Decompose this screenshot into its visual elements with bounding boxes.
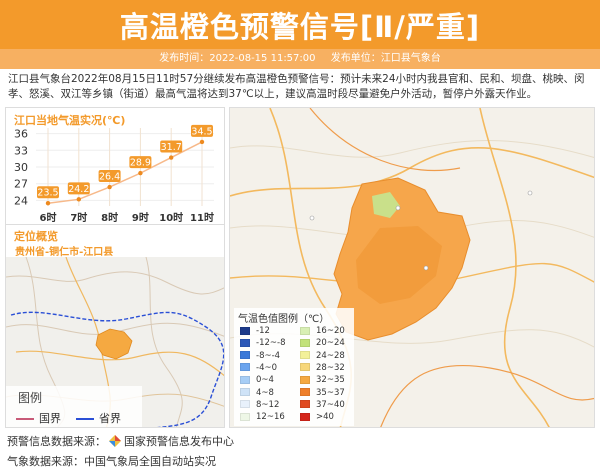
- color-swatch: [240, 338, 250, 347]
- publish-unit: 发布单位：江口县气象台: [330, 53, 441, 64]
- warning-banner: 高温橙色预警信号[Ⅱ/严重]: [0, 0, 600, 49]
- color-swatch: [300, 400, 310, 409]
- publish-meta-bar: 发布时间：2022-08-15 11:57:00 发布单位：江口县气象台: [0, 49, 600, 69]
- data-label: 24.2: [68, 184, 89, 195]
- temperature-point: [169, 155, 174, 160]
- color-swatch: [240, 351, 250, 360]
- color-legend-item: 28~32: [300, 363, 345, 373]
- color-legend-label: >40: [316, 412, 334, 423]
- y-tick-label: 33: [14, 144, 28, 157]
- location-panel-title: 定位概览: [14, 230, 58, 243]
- color-swatch: [300, 338, 310, 347]
- warning-description: 江口县气象台2022年08月15日11时57分继续发布高温橙色预警信号：预计未来…: [8, 73, 585, 100]
- color-legend-item: 37~40: [300, 400, 345, 410]
- warning-center-logo-icon: [109, 435, 121, 447]
- color-legend-item: 20~24: [300, 338, 345, 348]
- x-tick-label: 8时: [101, 211, 118, 224]
- y-tick-label: 24: [14, 194, 28, 207]
- color-legend-label: 24~28: [316, 350, 345, 361]
- location-panel: 定位概览 贵州省-铜仁市-江口县 图例 国界 省界: [5, 224, 225, 428]
- data-label: 23.5: [37, 188, 58, 199]
- temperature-point: [138, 170, 143, 176]
- color-legend-item: -12~-8: [240, 338, 285, 348]
- temperature-panel: 江口当地气温实况(℃) 24 27 30 33 36 23.5 6时 24.2 7时 26.4 8时…: [5, 107, 225, 225]
- color-legend-item: -12: [240, 326, 270, 336]
- color-legend-label: 28~32: [316, 362, 345, 373]
- legend-national-border: 国界: [16, 410, 61, 426]
- color-legend-label: 16~20: [316, 326, 345, 336]
- temperature-point: [45, 201, 51, 206]
- color-legend-label: 8~12: [256, 399, 280, 410]
- location-legend-title: 图例: [18, 391, 43, 405]
- color-legend-item: 4~8: [240, 388, 274, 398]
- data-label: 34.5: [191, 126, 212, 137]
- color-swatch: [300, 326, 310, 335]
- color-legend-item: -8~-4: [240, 351, 280, 361]
- color-legend-label: -8~-4: [256, 350, 281, 361]
- color-legend-item: 12~16: [240, 412, 285, 422]
- color-legend-item: 8~12: [240, 400, 279, 410]
- y-tick-label: 27: [14, 178, 28, 191]
- color-legend-label: -4~0: [256, 362, 278, 373]
- temperature-chart: 24 27 30 33 36 23.5 6时 24.2 7时 26.4 8时 28.9 9时 31.7 10…: [14, 124, 214, 224]
- color-swatch: [300, 351, 310, 360]
- color-legend-label: 12~16: [256, 412, 285, 423]
- color-legend-label: 37~40: [316, 399, 345, 410]
- color-legend-item: 16~20: [300, 326, 345, 336]
- warning-source-name: 国家预警信息发布中心: [124, 435, 234, 448]
- color-legend-item: >40: [300, 412, 334, 422]
- x-tick-label: 11时: [190, 211, 214, 224]
- legend-province-border: 省界: [76, 410, 121, 426]
- color-legend-item: -4~0: [240, 363, 277, 373]
- color-swatch: [240, 400, 250, 409]
- x-tick-label: 6时: [40, 211, 57, 224]
- national-border-line-icon: [16, 418, 34, 420]
- y-tick-label: 36: [14, 128, 28, 141]
- weather-source-line: 气象数据来源：中国气象局全国自动站实况: [7, 455, 216, 468]
- color-swatch: [300, 375, 310, 384]
- x-tick-label: 10时: [159, 211, 183, 224]
- location-legend: 图例 国界 省界: [6, 386, 142, 427]
- color-swatch: [300, 363, 310, 372]
- color-swatch: [300, 412, 310, 421]
- data-label: 28.9: [130, 158, 151, 169]
- temperature-point: [107, 184, 112, 190]
- color-legend-item: 0~4: [240, 375, 274, 385]
- color-swatch: [240, 412, 250, 421]
- color-legend-label: -12~-8: [256, 338, 286, 349]
- color-legend-label: 32~35: [316, 375, 345, 386]
- color-swatch: [240, 326, 250, 335]
- temperature-point: [199, 139, 205, 145]
- x-tick-label: 9时: [132, 211, 149, 224]
- warning-source-line: 预警信息数据来源： 国家预警信息发布中心: [7, 435, 234, 448]
- color-legend-item: 24~28: [300, 351, 345, 361]
- color-legend-label: -12: [256, 326, 270, 336]
- temperature-point: [76, 197, 82, 202]
- data-label: 26.4: [99, 172, 120, 183]
- warning-title: 高温橙色预警信号[Ⅱ/严重]: [119, 10, 481, 44]
- color-swatch: [240, 375, 250, 384]
- color-legend-title: 气温色值图例（℃）: [238, 314, 330, 325]
- color-legend-label: 0~4: [256, 375, 274, 386]
- color-legend-label: 20~24: [316, 338, 345, 349]
- publish-time: 发布时间：2022-08-15 11:57:00: [159, 53, 316, 64]
- color-swatch: [240, 363, 250, 372]
- color-legend-label: 4~8: [256, 387, 274, 398]
- color-legend-item: 32~35: [300, 375, 345, 385]
- color-legend-item: 35~37: [300, 388, 345, 398]
- data-label: 31.7: [161, 142, 182, 153]
- location-name: 贵州省-铜仁市-江口县: [15, 247, 114, 258]
- color-legend-label: 35~37: [316, 387, 345, 398]
- x-tick-label: 7时: [70, 211, 87, 224]
- y-tick-label: 30: [14, 161, 28, 174]
- province-border-line-icon: [76, 418, 94, 420]
- color-swatch: [240, 388, 250, 396]
- temperature-map-panel: 气温色值图例（℃） -12 -12~-8 -8~-4 -4~0 0~4 4~8 8~12 12…: [229, 107, 595, 428]
- temperature-color-legend: 气温色值图例（℃） -12 -12~-8 -8~-4 -4~0 0~4 4~8 8~12 12…: [234, 308, 354, 426]
- color-swatch: [300, 388, 310, 396]
